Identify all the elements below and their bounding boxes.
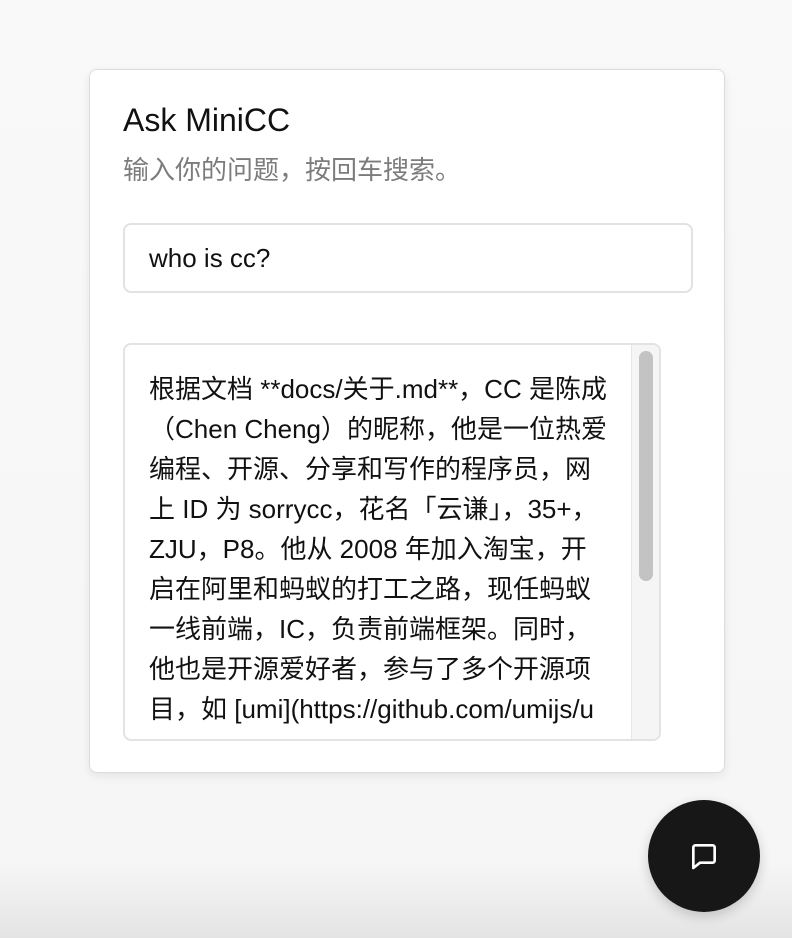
widget-title: Ask MiniCC (123, 102, 291, 138)
answer-box[interactable]: 根据文档 **docs/关于.md**，CC 是陈成（Chen Cheng）的昵… (123, 343, 661, 741)
widget-subtitle: 输入你的问题，按回车搜索。 (123, 155, 462, 185)
answer-scrollbar[interactable] (631, 345, 659, 739)
page: Ask MiniCC 输入你的问题，按回车搜索。 根据文档 **docs/关于.… (0, 0, 792, 938)
answer-scrollbar-thumb[interactable] (639, 351, 653, 581)
ask-widget-card: Ask MiniCC 输入你的问题，按回车搜索。 根据文档 **docs/关于.… (89, 69, 725, 773)
chat-toggle-button[interactable] (648, 800, 760, 912)
chat-bubble-icon (692, 844, 716, 870)
question-input[interactable] (123, 223, 693, 293)
answer-text: 根据文档 **docs/关于.md**，CC 是陈成（Chen Cheng）的昵… (149, 374, 607, 739)
